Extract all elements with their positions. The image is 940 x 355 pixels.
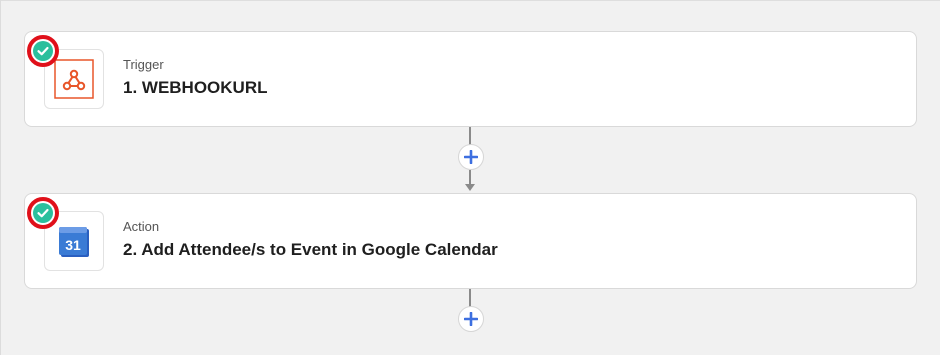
success-check-badge — [27, 197, 59, 229]
step-connector-line — [469, 170, 471, 184]
plus-icon — [464, 150, 478, 164]
calendar-day-number: 31 — [65, 237, 81, 253]
trigger-step-card[interactable]: Trigger 1. WEBHOOKURL — [24, 31, 917, 127]
step-connector-line — [469, 127, 471, 145]
step-kind-label: Action — [123, 219, 160, 234]
step-kind-label: Trigger — [123, 57, 164, 72]
add-step-button[interactable] — [458, 144, 484, 170]
top-border — [0, 0, 940, 1]
check-circle-icon — [33, 203, 53, 223]
step-title[interactable]: 2. Add Attendee/s to Event in Google Cal… — [123, 240, 498, 260]
add-step-button[interactable] — [458, 306, 484, 332]
plus-icon — [464, 312, 478, 326]
success-check-badge — [27, 35, 59, 67]
left-border — [0, 0, 1, 355]
action-step-card[interactable]: 31 Action 2. Add Attendee/s to Event in … — [24, 193, 917, 289]
google-calendar-icon: 31 — [59, 227, 89, 257]
webhook-icon — [54, 59, 94, 99]
check-circle-icon — [33, 41, 53, 61]
step-title[interactable]: 1. WEBHOOKURL — [123, 78, 268, 98]
step-connector-line — [469, 289, 471, 307]
arrow-down-icon — [465, 184, 475, 191]
